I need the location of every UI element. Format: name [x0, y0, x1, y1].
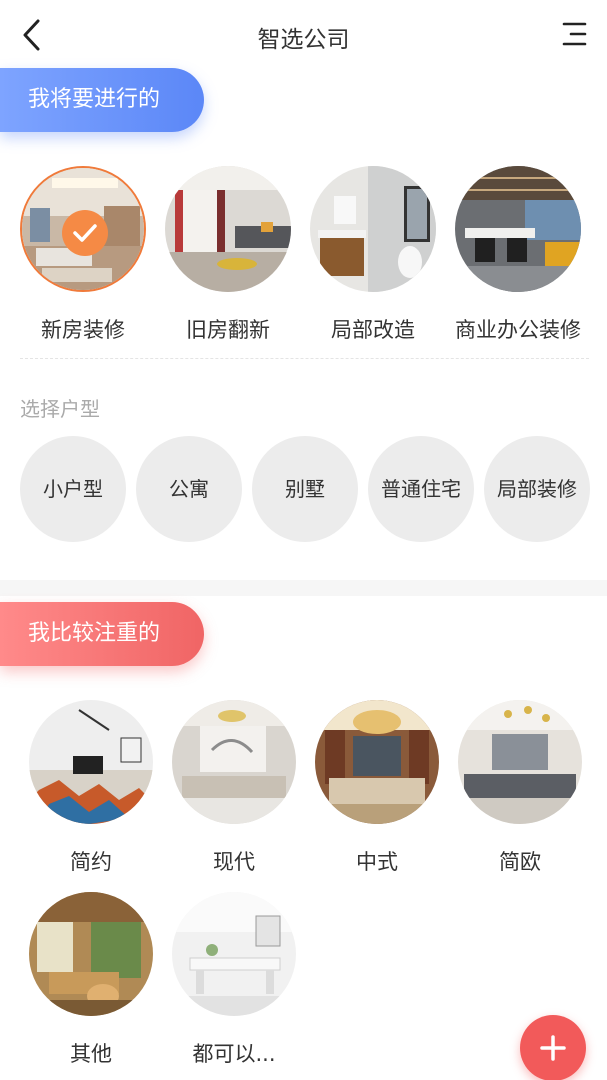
- style-label: 简约: [70, 850, 112, 874]
- style-image-modern: [172, 700, 296, 824]
- style-option-modern[interactable]: 现代: [172, 700, 296, 876]
- section-title-preference: 我比较注重的: [0, 602, 204, 666]
- style-image-any: [172, 892, 296, 1016]
- style-image-chinese: [315, 700, 439, 824]
- plus-icon: [540, 1035, 566, 1061]
- project-image-commercial: [455, 166, 581, 292]
- project-option-partial[interactable]: 局部改造: [310, 166, 436, 344]
- house-type-apartment[interactable]: 公寓: [136, 436, 242, 542]
- project-label: 商业办公装修: [455, 318, 581, 342]
- style-option-other[interactable]: 其他: [29, 892, 153, 1068]
- project-image-renovation: [165, 166, 291, 292]
- style-option-european[interactable]: 简欧: [458, 700, 582, 876]
- project-label: 新房装修: [41, 318, 125, 342]
- house-type-label: 选择户型: [20, 397, 100, 421]
- style-option-chinese[interactable]: 中式: [315, 700, 439, 876]
- style-label: 简欧: [499, 850, 541, 874]
- project-label: 旧房翻新: [186, 318, 270, 342]
- section-title-plan: 我将要进行的: [0, 68, 204, 132]
- style-option-simple[interactable]: 简约: [29, 700, 153, 876]
- house-type-villa[interactable]: 别墅: [252, 436, 358, 542]
- menu-button[interactable]: [561, 20, 589, 48]
- checkmark-icon: [62, 210, 108, 256]
- project-image-new-house: [20, 166, 146, 292]
- project-option-new-house[interactable]: 新房装修: [20, 166, 146, 344]
- style-option-any[interactable]: 都可以...: [172, 892, 296, 1068]
- style-label: 都可以...: [192, 1042, 276, 1066]
- project-option-renovation[interactable]: 旧房翻新: [165, 166, 291, 344]
- project-label: 局部改造: [331, 318, 415, 342]
- style-label: 现代: [213, 850, 255, 874]
- house-type-residence[interactable]: 普通住宅: [368, 436, 474, 542]
- section-separator: [0, 580, 607, 596]
- style-label: 中式: [356, 850, 398, 874]
- add-button[interactable]: [520, 1015, 586, 1080]
- house-type-partial[interactable]: 局部装修: [484, 436, 590, 542]
- menu-icon: [562, 22, 587, 46]
- style-image-simple: [29, 700, 153, 824]
- project-image-partial: [310, 166, 436, 292]
- page-title: 智选公司: [257, 27, 350, 53]
- style-image-european: [458, 700, 582, 824]
- project-option-commercial[interactable]: 商业办公装修: [455, 166, 581, 344]
- house-type-small[interactable]: 小户型: [20, 436, 126, 542]
- top-nav-bar: 智选公司: [0, 0, 607, 70]
- divider: [20, 358, 589, 359]
- style-image-other: [29, 892, 153, 1016]
- style-label: 其他: [70, 1042, 112, 1066]
